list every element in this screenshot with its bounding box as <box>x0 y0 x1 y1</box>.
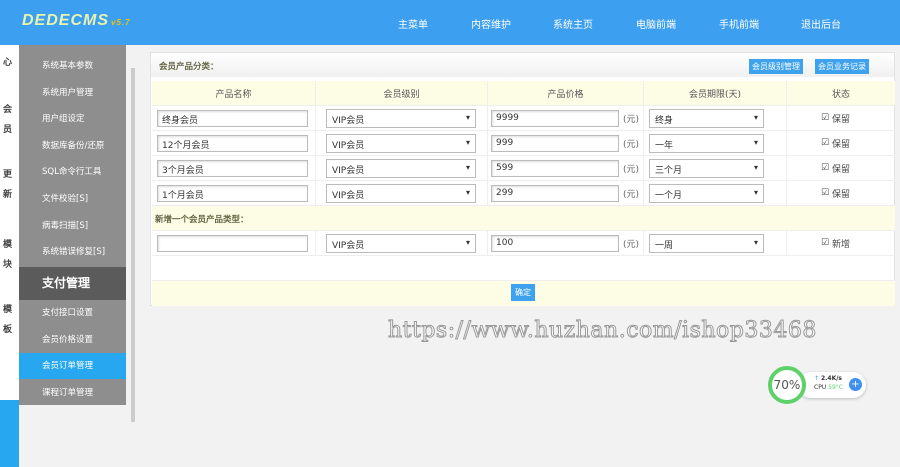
term-select[interactable]: 一年 <box>649 133 764 153</box>
col-price: 产品价格 <box>488 81 644 105</box>
status-checkbox[interactable]: ☑ <box>821 113 829 123</box>
plus-icon[interactable]: + <box>849 378 862 391</box>
menu-item[interactable]: 课程订单管理 <box>19 380 126 406</box>
menu-item[interactable]: 会员价格设置 <box>19 327 126 353</box>
cpu-temp: 59°C <box>828 384 843 391</box>
nav-logout[interactable]: 退出后台 <box>801 16 841 31</box>
strip-update[interactable]: 更新 <box>3 165 15 205</box>
category-strip: 心 会员 更新 模块 模板 系统 <box>0 45 19 467</box>
status-label: 新增 <box>831 239 850 250</box>
status-label: 保留 <box>831 189 850 200</box>
product-name-input[interactable]: 1个月会员 <box>157 184 308 202</box>
col-level: 会员级别 <box>316 81 488 105</box>
product-name-input[interactable]: 3个月会员 <box>157 159 308 177</box>
currency-unit: (元) <box>623 139 640 150</box>
price-input[interactable]: 599 <box>491 159 619 177</box>
col-name: 产品名称 <box>152 81 316 105</box>
strip-core[interactable]: 心 <box>3 53 15 73</box>
currency-unit: (元) <box>623 239 640 250</box>
upload-arrow-icon: ↑ <box>814 375 820 382</box>
member-level-select[interactable]: VIP会员 <box>326 233 476 253</box>
price-input[interactable]: 999 <box>491 134 619 152</box>
strip-system[interactable]: 系统 <box>3 365 15 405</box>
status-label: 保留 <box>831 114 850 125</box>
sidebar-menu: 系统基本参数 系统用户管理 用户组设定 数据库备份/还原 SQL命令行工具 文件… <box>19 45 126 405</box>
term-select[interactable]: 一个月 <box>649 183 764 203</box>
menu-item[interactable]: 系统基本参数 <box>19 53 126 79</box>
memory-percent: 70% <box>768 366 806 404</box>
submit-button[interactable]: 确定 <box>511 284 535 301</box>
strip-module[interactable]: 模块 <box>3 235 15 275</box>
nav-main-menu[interactable]: 主菜单 <box>398 16 428 31</box>
term-select[interactable]: 终身 <box>649 108 764 128</box>
blank-row <box>152 256 895 281</box>
product-name-input[interactable] <box>157 234 308 252</box>
menu-section-payment[interactable]: 支付管理 <box>19 267 126 300</box>
strip-member[interactable]: 会员 <box>3 100 15 140</box>
strip-selected <box>0 400 19 467</box>
status-checkbox[interactable]: ☑ <box>821 188 829 198</box>
strip-template[interactable]: 模板 <box>3 300 15 340</box>
table-row: 12个月会员 VIP会员 999 (元) 一年 ☑ 保留 <box>152 131 895 156</box>
menu-item[interactable]: 数据库备份/还原 <box>19 133 126 159</box>
nav-home[interactable]: 系统主页 <box>553 16 593 31</box>
menu-item[interactable]: 用户组设定 <box>19 106 126 132</box>
scrollbar[interactable] <box>131 68 135 422</box>
menu-item[interactable]: 系统错误修复[S] <box>19 239 126 265</box>
monitor-pill: ↑ 2.4K/s CPU 59°C + <box>798 372 866 398</box>
product-name-input[interactable]: 12个月会员 <box>157 134 308 152</box>
currency-unit: (元) <box>623 164 640 175</box>
member-product-panel: 会员产品分类： 会员级别管理 会员业务记录 产品名称 会员级别 产品价格 会员期… <box>150 52 895 306</box>
menu-item-selected[interactable]: 会员订单管理 <box>19 353 126 379</box>
net-speed: 2.4K/s <box>820 375 842 382</box>
watermark: https://www.huzhan.com/ishop33468 <box>388 318 817 344</box>
term-select[interactable]: 三个月 <box>649 158 764 178</box>
menu-item[interactable]: 系统用户管理 <box>19 80 126 106</box>
menu-item[interactable]: SQL命令行工具 <box>19 159 126 185</box>
product-name-input[interactable]: 终身会员 <box>157 109 308 127</box>
table-row: 1个月会员 VIP会员 299 (元) 一个月 ☑ 保留 <box>152 181 895 206</box>
member-level-select[interactable]: VIP会员 <box>326 108 476 128</box>
new-product-row: VIP会员 100 (元) 一周 ☑ 新增 <box>152 231 895 256</box>
member-records-button[interactable]: 会员业务记录 <box>815 59 869 74</box>
top-header: DEDECMS v5.7 主菜单 内容维护 系统主页 电脑前端 手机前端 退出后台 <box>0 0 900 45</box>
price-input[interactable]: 9999 <box>491 109 619 127</box>
add-section-label: 新增一个会员产品类型： <box>152 206 895 231</box>
table-header: 产品名称 会员级别 产品价格 会员期限(天) 状态 <box>152 81 895 106</box>
status-label: 保留 <box>831 139 850 150</box>
member-level-select[interactable]: VIP会员 <box>326 158 476 178</box>
col-status: 状态 <box>831 89 850 100</box>
menu-item[interactable]: 文件校验[S] <box>19 186 126 212</box>
price-input[interactable]: 299 <box>491 184 619 202</box>
currency-unit: (元) <box>623 114 640 125</box>
member-level-button[interactable]: 会员级别管理 <box>749 59 803 74</box>
nav-pc-front[interactable]: 电脑前端 <box>636 16 676 31</box>
status-checkbox[interactable]: ☑ <box>821 238 829 248</box>
menu-item[interactable]: 病毒扫描[S] <box>19 213 126 239</box>
status-label: 保留 <box>831 164 850 175</box>
col-term: 会员期限(天) <box>644 81 787 105</box>
member-level-select[interactable]: VIP会员 <box>326 133 476 153</box>
table-row: 终身会员 VIP会员 9999 (元) 终身 ☑ 保留 <box>152 106 895 131</box>
currency-unit: (元) <box>623 189 640 200</box>
menu-item[interactable]: 支付接口设置 <box>19 300 126 326</box>
cpu-label: CPU <box>814 384 827 391</box>
term-select[interactable]: 一周 <box>649 233 764 253</box>
nav-mobile-front[interactable]: 手机前端 <box>719 16 759 31</box>
table-row: 3个月会员 VIP会员 599 (元) 三个月 ☑ 保留 <box>152 156 895 181</box>
status-checkbox[interactable]: ☑ <box>821 138 829 148</box>
logo: DEDECMS v5.7 <box>22 12 131 29</box>
member-level-select[interactable]: VIP会员 <box>326 183 476 203</box>
status-checkbox[interactable]: ☑ <box>821 163 829 173</box>
price-input[interactable]: 100 <box>491 234 619 252</box>
nav-content[interactable]: 内容维护 <box>471 16 511 31</box>
